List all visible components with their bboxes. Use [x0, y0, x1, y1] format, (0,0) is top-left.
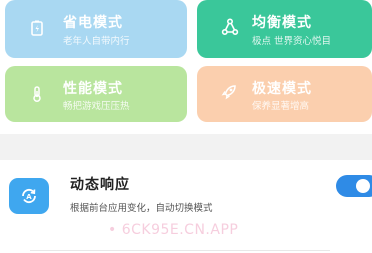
- thermometer-icon: [28, 85, 46, 103]
- dynamic-response-description: 根据前台应用变化，自动切换模式: [70, 203, 213, 214]
- speed-mode-card[interactable]: 极速模式 保养显著增高: [197, 66, 372, 122]
- battery-icon: [28, 19, 46, 37]
- section-divider: [0, 134, 372, 160]
- power-saving-mode-card[interactable]: 省电模式 老年人自带内行: [5, 0, 187, 58]
- mode-subtitle: 畅把游戏压压热: [63, 101, 130, 112]
- mode-grid: 省电模式 老年人自带内行 均衡模式 极点 世界资心悦目 性能模式 畅把游戏压压热: [0, 0, 372, 130]
- auto-switch-icon: A: [9, 178, 49, 214]
- mode-title: 性能模式: [63, 81, 123, 97]
- watermark-text: • 6CK95E.CN.APP: [108, 222, 239, 238]
- mode-title: 极速模式: [252, 81, 312, 97]
- mode-subtitle: 保养显著增高: [252, 101, 310, 112]
- triangle-nodes-icon: [221, 18, 239, 36]
- dynamic-response-toggle[interactable]: [336, 175, 372, 197]
- toggle-knob: [356, 179, 370, 193]
- bottom-divider: [30, 250, 330, 251]
- mode-title: 省电模式: [63, 15, 123, 31]
- mode-subtitle: 老年人自带内行: [63, 36, 130, 47]
- balanced-mode-card[interactable]: 均衡模式 极点 世界资心悦目: [197, 0, 372, 58]
- dynamic-response-title: 动态响应: [70, 177, 130, 193]
- dynamic-response-row[interactable]: A 动态响应 根据前台应用变化，自动切换模式: [0, 160, 372, 253]
- performance-mode-card[interactable]: 性能模式 畅把游戏压压热: [5, 66, 187, 122]
- mode-title: 均衡模式: [252, 15, 312, 31]
- mode-subtitle: 极点 世界资心悦目: [252, 36, 332, 47]
- svg-text:A: A: [26, 193, 32, 201]
- rocket-icon: [220, 83, 238, 101]
